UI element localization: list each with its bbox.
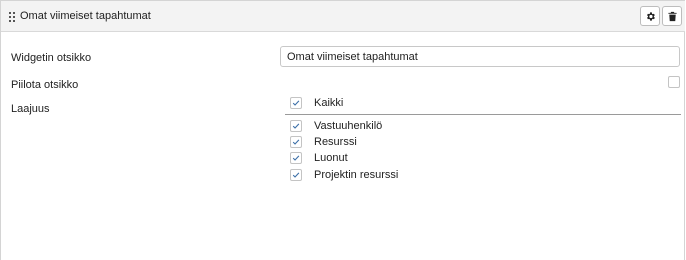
scope-option-label: Vastuuhenkilö [314,120,383,132]
scope-option-checkbox[interactable] [290,120,302,132]
scope-all-label: Kaikki [314,97,344,109]
scope-divider [285,114,681,115]
scope-all-checkbox[interactable] [290,97,302,109]
drag-handle-icon[interactable] [9,12,17,22]
scope-option-checkbox[interactable] [290,136,302,148]
hide-title-label: Piilota otsikko [11,79,79,91]
widget-title-input[interactable] [280,46,680,67]
scope-option-checkbox[interactable] [290,152,302,164]
delete-button[interactable] [662,6,682,26]
hide-title-checkbox[interactable] [668,76,680,88]
check-icon [292,100,300,106]
widget-title: Omat viimeiset tapahtumat [20,10,151,22]
check-icon [292,123,300,129]
gear-icon [647,12,655,21]
trash-icon [668,11,677,22]
check-icon [292,172,300,178]
check-icon [292,155,300,161]
widget-header: Omat viimeiset tapahtumat [1,1,685,32]
widget-title-label: Widgetin otsikko [11,52,92,64]
check-icon [292,139,300,145]
widget-panel: Omat viimeiset tapahtumat Widgetin otsik… [0,0,685,260]
settings-button[interactable] [640,6,660,26]
scope-label: Laajuus [11,103,50,115]
scope-option-label: Projektin resurssi [314,169,399,181]
scope-option-checkbox[interactable] [290,169,302,181]
scope-option-label: Luonut [314,152,348,164]
scope-option-label: Resurssi [314,136,357,148]
